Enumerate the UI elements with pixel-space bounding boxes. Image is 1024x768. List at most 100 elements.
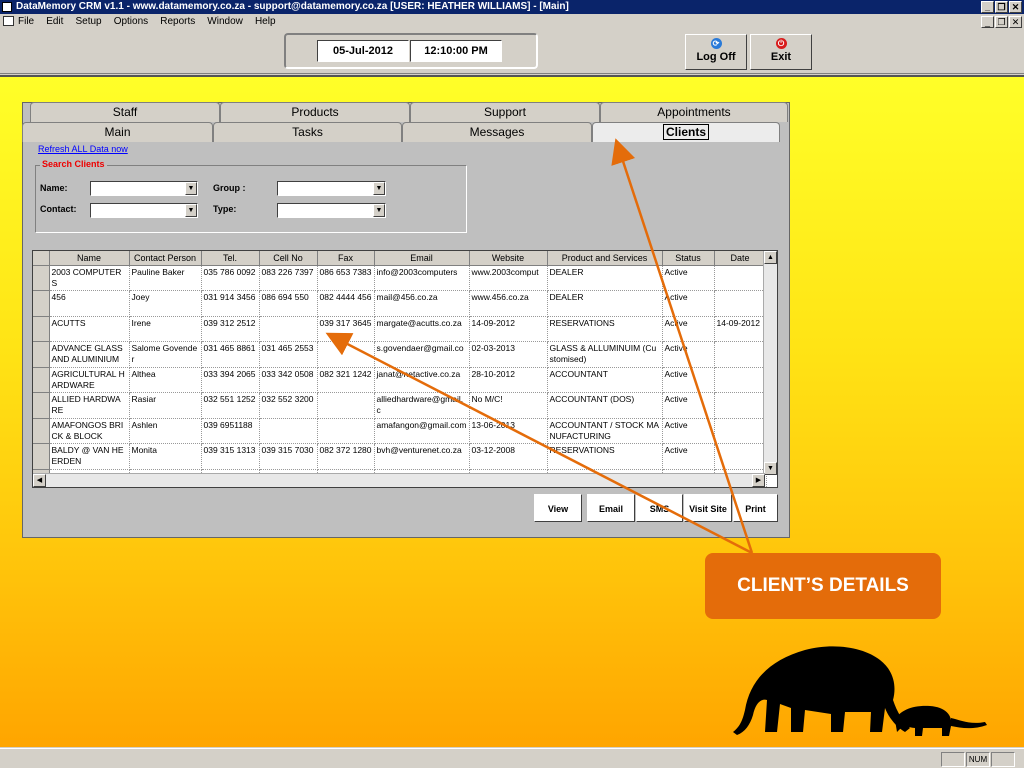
menu-options[interactable]: Options bbox=[114, 16, 148, 27]
table-row[interactable]: 2003 COMPUTERS Pauline Baker 035 786 0092 0… bbox=[33, 265, 767, 291]
table-row[interactable]: AMAFONGOS BRICK & BLOCK Ashlen 039 6951188… bbox=[33, 418, 767, 444]
row-selector[interactable] bbox=[33, 367, 50, 393]
column-header[interactable]: Cell No bbox=[259, 251, 318, 266]
name-combo[interactable]: ▼ bbox=[90, 181, 198, 196]
chevron-down-icon[interactable]: ▼ bbox=[185, 204, 197, 217]
view-button[interactable]: View bbox=[534, 494, 582, 522]
sms-button[interactable]: SMS bbox=[636, 494, 683, 522]
row-selector[interactable] bbox=[33, 341, 50, 368]
scroll-left-icon[interactable]: ◀ bbox=[33, 474, 46, 487]
chevron-down-icon[interactable]: ▼ bbox=[373, 182, 385, 195]
menu-reports[interactable]: Reports bbox=[160, 16, 195, 27]
table-row[interactable]: BALDY @ VAN HEERDEN Monita 039 315 1313 039… bbox=[33, 443, 767, 470]
tab-support[interactable]: Support bbox=[410, 102, 600, 122]
column-header[interactable]: Tel. bbox=[201, 251, 260, 266]
tab-main[interactable]: Main bbox=[22, 122, 213, 142]
window-title: DataMemory CRM v1.1 - www.datamemory.co.… bbox=[16, 1, 569, 12]
table-cell: Active bbox=[662, 341, 715, 368]
name-label: Name: bbox=[40, 183, 68, 193]
tab-tasks[interactable]: Tasks bbox=[213, 122, 402, 142]
column-header[interactable]: Product and Services bbox=[547, 251, 663, 266]
row-selector[interactable] bbox=[33, 316, 50, 342]
scroll-up-icon[interactable]: ▲ bbox=[764, 251, 777, 264]
type-label: Type: bbox=[213, 204, 237, 214]
menu-window[interactable]: Window bbox=[207, 16, 243, 27]
table-cell bbox=[317, 341, 375, 368]
menu-help[interactable]: Help bbox=[255, 16, 276, 27]
row-selector[interactable] bbox=[33, 290, 50, 317]
table-cell: www.456.co.za bbox=[469, 290, 548, 317]
table-cell: Rasiar bbox=[129, 392, 202, 419]
column-header[interactable]: Fax bbox=[317, 251, 375, 266]
tab-messages[interactable]: Messages bbox=[402, 122, 592, 142]
print-button[interactable]: Print bbox=[733, 494, 778, 522]
table-cell: Salome Govender bbox=[129, 341, 202, 368]
tab-staff[interactable]: Staff bbox=[30, 102, 220, 122]
tab-appointments[interactable]: Appointments bbox=[600, 102, 788, 122]
row-selector[interactable] bbox=[33, 418, 50, 444]
table-cell: 031 465 2553 bbox=[259, 341, 318, 368]
search-clients-group: Search Clients Name: ▼ Contact: ▼ Group … bbox=[35, 159, 467, 233]
column-header[interactable]: Status bbox=[662, 251, 715, 266]
child-close-button[interactable]: ✕ bbox=[1009, 16, 1022, 28]
table-cell: 039 6951188 bbox=[201, 418, 260, 444]
table-cell: alliedhardware@gmail.c bbox=[374, 392, 470, 419]
table-row[interactable]: AGRICULTURAL HARDWARE Althea 033 394 2065 0… bbox=[33, 367, 767, 393]
visit-site-button[interactable]: Visit Site bbox=[684, 494, 732, 522]
row-selector[interactable] bbox=[33, 265, 50, 291]
table-cell: 082 372 1280 bbox=[317, 443, 375, 470]
table-row[interactable]: 456 Joey 031 914 3456 086 694 550 082 4444 4… bbox=[33, 290, 767, 317]
table-cell: margate@acutts.co.za bbox=[374, 316, 470, 342]
table-cell: Althea bbox=[129, 367, 202, 393]
column-header[interactable]: Date bbox=[714, 251, 767, 266]
email-button[interactable]: Email bbox=[587, 494, 635, 522]
table-cell bbox=[714, 341, 767, 368]
chevron-down-icon[interactable]: ▼ bbox=[373, 204, 385, 217]
header-row: Name Contact Person Tel. Cell No Fax Email Web… bbox=[33, 251, 767, 266]
row-selector[interactable] bbox=[33, 443, 50, 470]
restore-button[interactable]: ❐ bbox=[995, 1, 1008, 13]
menu-setup[interactable]: Setup bbox=[75, 16, 101, 27]
child-minimize-button[interactable]: _ bbox=[981, 16, 994, 28]
tab-clients[interactable]: Clients bbox=[592, 122, 780, 142]
table-cell: ADVANCE GLASS AND ALUMINIUM bbox=[49, 341, 130, 368]
column-header[interactable]: Website bbox=[469, 251, 548, 266]
table-cell bbox=[714, 290, 767, 317]
scroll-right-icon[interactable]: ▶ bbox=[752, 474, 765, 487]
column-header[interactable]: Email bbox=[374, 251, 470, 266]
table-row[interactable]: ADVANCE GLASS AND ALUMINIUM Salome Govend… bbox=[33, 341, 767, 368]
chevron-down-icon[interactable]: ▼ bbox=[185, 182, 197, 195]
group-combo[interactable]: ▼ bbox=[277, 181, 386, 196]
column-header[interactable]: Contact Person bbox=[129, 251, 202, 266]
table-cell bbox=[259, 418, 318, 444]
menu-file[interactable]: File bbox=[18, 16, 34, 27]
table-cell bbox=[714, 443, 767, 470]
table-cell: 033 394 2065 bbox=[201, 367, 260, 393]
table-cell: Active bbox=[662, 392, 715, 419]
tab-products[interactable]: Products bbox=[220, 102, 410, 122]
close-button[interactable]: ✕ bbox=[1009, 1, 1022, 13]
refresh-link[interactable]: Refresh ALL Data now bbox=[38, 144, 128, 154]
contact-combo[interactable]: ▼ bbox=[90, 203, 198, 218]
logoff-button[interactable]: ⟳ Log Off bbox=[685, 34, 747, 70]
table-row[interactable]: ALLIED HARDWARE Rasiar 032 551 1252 032 552… bbox=[33, 392, 767, 419]
table-cell: DEALER bbox=[547, 290, 663, 317]
table-cell: 02-03-2013 bbox=[469, 341, 548, 368]
minimize-button[interactable]: _ bbox=[981, 1, 994, 13]
table-cell: 28-10-2012 bbox=[469, 367, 548, 393]
clients-grid[interactable]: Name Contact Person Tel. Cell No Fax Email Web… bbox=[32, 250, 778, 488]
vertical-scrollbar[interactable]: ▲ ▼ bbox=[763, 251, 777, 475]
exit-button[interactable]: ⏻ Exit bbox=[750, 34, 812, 70]
row-selector[interactable] bbox=[33, 392, 50, 419]
table-cell: 086 694 550 bbox=[259, 290, 318, 317]
child-restore-button[interactable]: ❐ bbox=[995, 16, 1008, 28]
tab-clients-label: Clients bbox=[662, 124, 709, 140]
column-header[interactable]: Name bbox=[49, 251, 130, 266]
menu-edit[interactable]: Edit bbox=[46, 16, 63, 27]
document-icon[interactable] bbox=[3, 16, 14, 26]
table-row[interactable]: ACUTTS Irene 039 312 2512 039 317 3645 marga… bbox=[33, 316, 767, 342]
horizontal-scrollbar[interactable]: ◀ ▶ bbox=[33, 473, 765, 487]
table-cell: 082 4444 456 bbox=[317, 290, 375, 317]
scroll-down-icon[interactable]: ▼ bbox=[764, 462, 777, 475]
type-combo[interactable]: ▼ bbox=[277, 203, 386, 218]
